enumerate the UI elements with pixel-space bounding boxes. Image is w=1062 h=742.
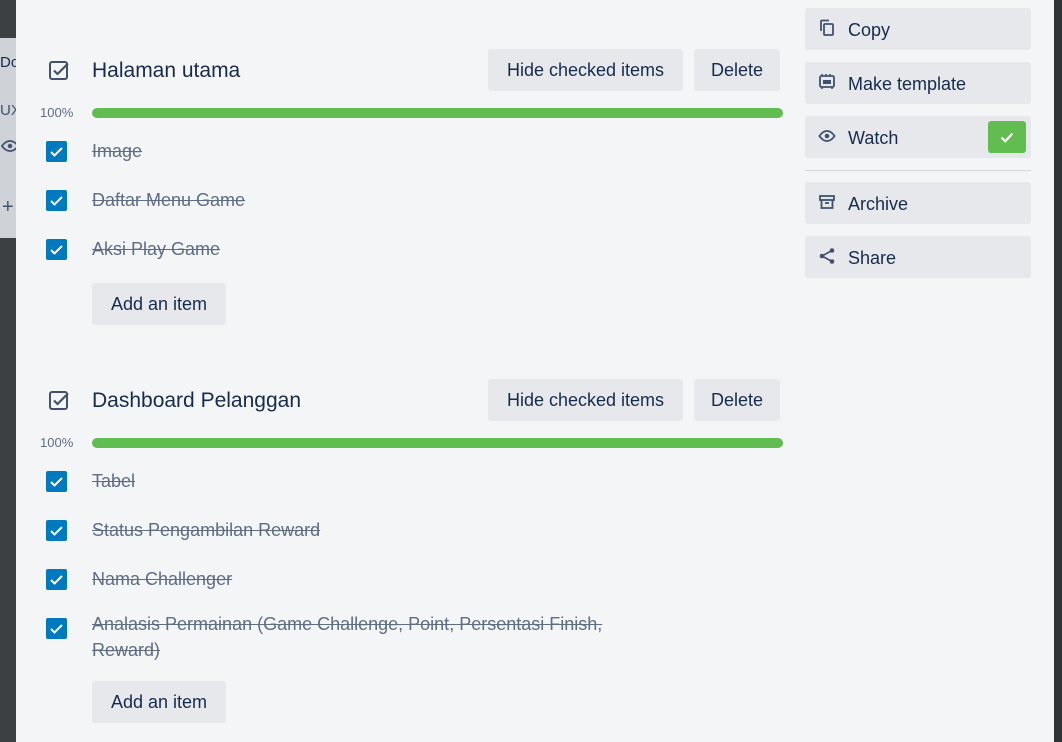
overlay-edge xyxy=(1054,0,1062,742)
item-checkbox[interactable] xyxy=(46,141,67,162)
delete-checklist-button[interactable]: Delete xyxy=(694,379,780,421)
watch-button[interactable]: Watch xyxy=(805,116,1031,158)
watch-label: Watch xyxy=(848,128,899,148)
progress-bar xyxy=(92,438,783,448)
make-template-label: Make template xyxy=(848,74,967,94)
board-label-fragment: UX xyxy=(0,102,16,119)
item-text[interactable]: Tabel xyxy=(92,468,612,494)
card-detail-modal: Halaman utama Hide checked items Delete … xyxy=(16,0,1054,742)
add-item-button[interactable]: Add an item xyxy=(92,681,226,723)
item-text[interactable]: Aksi Play Game xyxy=(92,236,612,262)
checklist-title: Dashboard Pelanggan xyxy=(92,389,301,412)
item-checkbox[interactable] xyxy=(46,569,67,590)
check-icon xyxy=(50,623,63,634)
item-checkbox[interactable] xyxy=(46,471,67,492)
item-text[interactable]: Nama Challenger xyxy=(92,566,612,592)
make-template-button[interactable]: Make template xyxy=(805,62,1031,104)
add-item-button[interactable]: Add an item xyxy=(92,283,226,325)
hide-checked-items-button[interactable]: Hide checked items xyxy=(488,49,683,91)
share-label: Share xyxy=(848,248,897,268)
hide-checked-items-button[interactable]: Hide checked items xyxy=(488,379,683,421)
progress-percent: 100% xyxy=(40,435,74,450)
archive-icon xyxy=(817,192,837,212)
check-icon xyxy=(1000,132,1014,143)
progress-bar-fill xyxy=(92,438,783,448)
copy-label: Copy xyxy=(848,20,891,40)
check-icon xyxy=(50,574,63,585)
item-checkbox[interactable] xyxy=(46,190,67,211)
board-card-title-fragment: Do xyxy=(0,54,16,71)
share-button[interactable]: Share xyxy=(805,236,1031,278)
checklist-icon xyxy=(47,389,71,413)
share-icon xyxy=(817,246,837,266)
check-icon xyxy=(50,476,63,487)
item-text[interactable]: Status Pengambilan Reward xyxy=(92,517,612,543)
check-icon xyxy=(50,525,63,536)
eye-icon xyxy=(817,126,837,146)
item-checkbox[interactable] xyxy=(46,520,67,541)
item-text[interactable]: Daftar Menu Game xyxy=(92,187,612,213)
add-icon: + xyxy=(2,196,14,218)
delete-checklist-button[interactable]: Delete xyxy=(694,49,780,91)
progress-percent: 100% xyxy=(40,105,74,120)
check-icon xyxy=(50,195,63,206)
progress-bar xyxy=(92,108,783,118)
item-text[interactable]: Image xyxy=(92,138,612,164)
item-checkbox[interactable] xyxy=(46,239,67,260)
check-icon xyxy=(50,244,63,255)
eye-icon xyxy=(0,138,16,159)
check-icon xyxy=(50,146,63,157)
progress-bar-fill xyxy=(92,108,783,118)
template-icon xyxy=(817,72,837,92)
archive-button[interactable]: Archive xyxy=(805,182,1031,224)
item-checkbox[interactable] xyxy=(46,618,67,639)
checklist-icon xyxy=(47,59,71,83)
copy-icon xyxy=(817,18,837,38)
watch-active-indicator xyxy=(988,121,1026,153)
archive-label: Archive xyxy=(848,194,909,214)
checklist-title: Halaman utama xyxy=(92,59,241,82)
sidebar-divider xyxy=(805,170,1031,171)
copy-button[interactable]: Copy xyxy=(805,8,1031,50)
item-text[interactable]: Analasis Permainan (Game Challenge, Poin… xyxy=(92,611,612,663)
